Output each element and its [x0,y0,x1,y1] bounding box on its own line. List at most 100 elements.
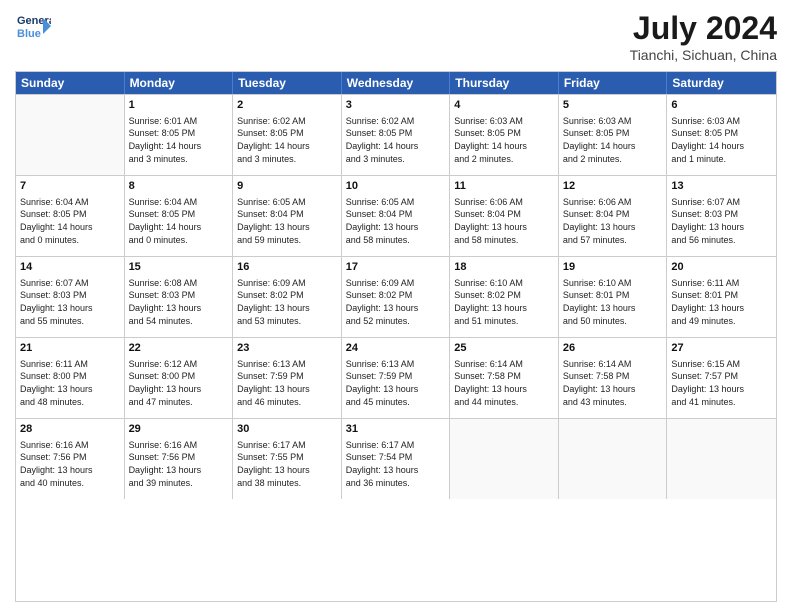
cell-info: Sunrise: 6:16 AM Sunset: 7:56 PM Dayligh… [129,439,229,489]
cell-info: Sunrise: 6:13 AM Sunset: 7:59 PM Dayligh… [346,358,446,408]
cal-header-tuesday: Tuesday [233,72,342,94]
day-number: 10 [346,179,446,194]
cal-header-sunday: Sunday [16,72,125,94]
cal-cell: 6 Sunrise: 6:03 AM Sunset: 8:05 PM Daylig… [667,95,776,175]
cal-cell: 5 Sunrise: 6:03 AM Sunset: 8:05 PM Daylig… [559,95,668,175]
day-number: 31 [346,422,446,437]
cal-cell: 10 Sunrise: 6:05 AM Sunset: 8:04 PM Dayli… [342,176,451,256]
calendar-header-row: SundayMondayTuesdayWednesdayThursdayFrid… [16,72,776,94]
day-number: 7 [20,179,120,194]
day-number: 30 [237,422,337,437]
cal-cell: 23 Sunrise: 6:13 AM Sunset: 7:59 PM Dayli… [233,338,342,418]
cal-cell [450,419,559,499]
cell-info: Sunrise: 6:04 AM Sunset: 8:05 PM Dayligh… [20,196,120,246]
cal-header-saturday: Saturday [667,72,776,94]
day-number: 18 [454,260,554,275]
day-number: 9 [237,179,337,194]
cal-cell: 11Sunrise: 6:06 AM Sunset: 8:04 PM Dayli… [450,176,559,256]
cell-info: Sunrise: 6:17 AM Sunset: 7:55 PM Dayligh… [237,439,337,489]
cal-cell: 1 Sunrise: 6:01 AM Sunset: 8:05 PM Daylig… [125,95,234,175]
cal-cell: 13 Sunrise: 6:07 AM Sunset: 8:03 PM Dayli… [667,176,776,256]
cell-info: Sunrise: 6:04 AM Sunset: 8:05 PM Dayligh… [129,196,229,246]
main-title: July 2024 [630,10,777,47]
cal-row-2: 14Sunrise: 6:07 AM Sunset: 8:03 PM Dayli… [16,256,776,337]
header: General Blue July 2024 Tianchi, Sichuan,… [15,10,777,63]
day-number: 4 [454,98,554,113]
svg-text:Blue: Blue [17,28,41,40]
cell-info: Sunrise: 6:15 AM Sunset: 7:57 PM Dayligh… [671,358,772,408]
cal-header-monday: Monday [125,72,234,94]
logo: General Blue [15,10,51,46]
cell-info: Sunrise: 6:07 AM Sunset: 8:03 PM Dayligh… [20,277,120,327]
cell-info: Sunrise: 6:06 AM Sunset: 8:04 PM Dayligh… [563,196,663,246]
cell-info: Sunrise: 6:07 AM Sunset: 8:03 PM Dayligh… [671,196,772,246]
cal-cell: 15 Sunrise: 6:08 AM Sunset: 8:03 PM Dayli… [125,257,234,337]
cell-info: Sunrise: 6:10 AM Sunset: 8:01 PM Dayligh… [563,277,663,327]
cal-header-wednesday: Wednesday [342,72,451,94]
calendar-body: 1 Sunrise: 6:01 AM Sunset: 8:05 PM Daylig… [16,94,776,499]
cell-info: Sunrise: 6:03 AM Sunset: 8:05 PM Dayligh… [563,115,663,165]
cell-info: Sunrise: 6:02 AM Sunset: 8:05 PM Dayligh… [237,115,337,165]
calendar-page: General Blue July 2024 Tianchi, Sichuan,… [0,0,792,612]
day-number: 6 [671,98,772,113]
cell-info: Sunrise: 6:09 AM Sunset: 8:02 PM Dayligh… [346,277,446,327]
cell-info: Sunrise: 6:05 AM Sunset: 8:04 PM Dayligh… [237,196,337,246]
cal-cell: 9 Sunrise: 6:05 AM Sunset: 8:04 PM Daylig… [233,176,342,256]
cal-cell: 26Sunrise: 6:14 AM Sunset: 7:58 PM Dayli… [559,338,668,418]
cal-cell: 4 Sunrise: 6:03 AM Sunset: 8:05 PM Daylig… [450,95,559,175]
cal-cell: 30 Sunrise: 6:17 AM Sunset: 7:55 PM Dayli… [233,419,342,499]
cell-info: Sunrise: 6:01 AM Sunset: 8:05 PM Dayligh… [129,115,229,165]
cell-info: Sunrise: 6:09 AM Sunset: 8:02 PM Dayligh… [237,277,337,327]
cal-cell: 28 Sunrise: 6:16 AM Sunset: 7:56 PM Dayli… [16,419,125,499]
day-number: 13 [671,179,772,194]
cal-cell: 2Sunrise: 6:02 AM Sunset: 8:05 PM Daylig… [233,95,342,175]
title-block: July 2024 Tianchi, Sichuan, China [630,10,777,63]
day-number: 16 [237,260,337,275]
cal-header-friday: Friday [559,72,668,94]
day-number: 28 [20,422,120,437]
cal-cell: 27Sunrise: 6:15 AM Sunset: 7:57 PM Dayli… [667,338,776,418]
cal-cell: 29Sunrise: 6:16 AM Sunset: 7:56 PM Dayli… [125,419,234,499]
cal-row-1: 7 Sunrise: 6:04 AM Sunset: 8:05 PM Daylig… [16,175,776,256]
day-number: 11 [454,179,554,194]
cell-info: Sunrise: 6:03 AM Sunset: 8:05 PM Dayligh… [454,115,554,165]
cal-cell: 20 Sunrise: 6:11 AM Sunset: 8:01 PM Dayli… [667,257,776,337]
cal-row-3: 21Sunrise: 6:11 AM Sunset: 8:00 PM Dayli… [16,337,776,418]
day-number: 25 [454,341,554,356]
cal-row-0: 1 Sunrise: 6:01 AM Sunset: 8:05 PM Daylig… [16,94,776,175]
cell-info: Sunrise: 6:13 AM Sunset: 7:59 PM Dayligh… [237,358,337,408]
day-number: 12 [563,179,663,194]
cal-cell: 25 Sunrise: 6:14 AM Sunset: 7:58 PM Dayli… [450,338,559,418]
sub-title: Tianchi, Sichuan, China [630,47,777,63]
cal-cell: 31Sunrise: 6:17 AM Sunset: 7:54 PM Dayli… [342,419,451,499]
day-number: 17 [346,260,446,275]
day-number: 20 [671,260,772,275]
cell-info: Sunrise: 6:16 AM Sunset: 7:56 PM Dayligh… [20,439,120,489]
cal-row-4: 28 Sunrise: 6:16 AM Sunset: 7:56 PM Dayli… [16,418,776,499]
cal-cell: 19 Sunrise: 6:10 AM Sunset: 8:01 PM Dayli… [559,257,668,337]
day-number: 24 [346,341,446,356]
cal-cell [16,95,125,175]
cal-cell: 7 Sunrise: 6:04 AM Sunset: 8:05 PM Daylig… [16,176,125,256]
cell-info: Sunrise: 6:11 AM Sunset: 8:01 PM Dayligh… [671,277,772,327]
cell-info: Sunrise: 6:05 AM Sunset: 8:04 PM Dayligh… [346,196,446,246]
day-number: 23 [237,341,337,356]
cell-info: Sunrise: 6:02 AM Sunset: 8:05 PM Dayligh… [346,115,446,165]
day-number: 5 [563,98,663,113]
cal-cell: 8Sunrise: 6:04 AM Sunset: 8:05 PM Daylig… [125,176,234,256]
cal-cell: 12 Sunrise: 6:06 AM Sunset: 8:04 PM Dayli… [559,176,668,256]
cell-info: Sunrise: 6:03 AM Sunset: 8:05 PM Dayligh… [671,115,772,165]
logo-svg: General Blue [15,10,51,46]
cal-cell: 3Sunrise: 6:02 AM Sunset: 8:05 PM Daylig… [342,95,451,175]
cal-cell: 14Sunrise: 6:07 AM Sunset: 8:03 PM Dayli… [16,257,125,337]
cell-info: Sunrise: 6:14 AM Sunset: 7:58 PM Dayligh… [454,358,554,408]
cell-info: Sunrise: 6:08 AM Sunset: 8:03 PM Dayligh… [129,277,229,327]
day-number: 19 [563,260,663,275]
day-number: 21 [20,341,120,356]
cal-cell: 16 Sunrise: 6:09 AM Sunset: 8:02 PM Dayli… [233,257,342,337]
calendar: SundayMondayTuesdayWednesdayThursdayFrid… [15,71,777,602]
day-number: 1 [129,98,229,113]
cal-cell: 17 Sunrise: 6:09 AM Sunset: 8:02 PM Dayli… [342,257,451,337]
cell-info: Sunrise: 6:14 AM Sunset: 7:58 PM Dayligh… [563,358,663,408]
day-number: 15 [129,260,229,275]
